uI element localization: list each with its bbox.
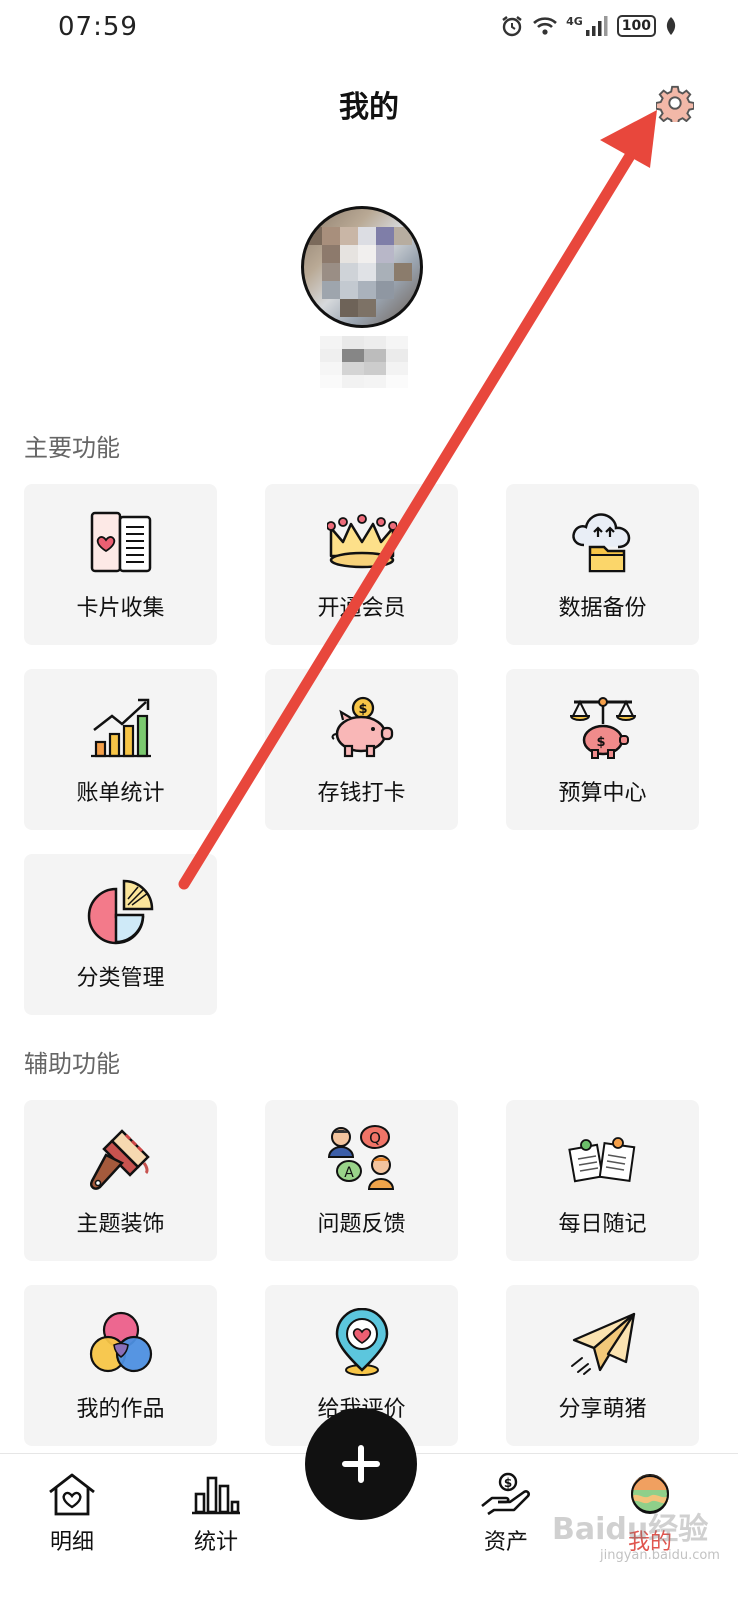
piggy-bank-icon: $ — [326, 691, 398, 763]
share-app-label: 分享萌猪 — [558, 1397, 647, 1422]
money-hand-icon: $ — [481, 1472, 530, 1516]
gear-icon — [656, 85, 694, 122]
daily-notes-button[interactable]: 每日随记 — [506, 1100, 699, 1261]
tab-stats[interactable]: 统计 — [166, 1472, 266, 1556]
page-title: 我的 — [339, 90, 399, 125]
battery-indicator: 100 — [616, 15, 656, 37]
qa-feedback-icon: Q A — [326, 1122, 398, 1194]
svg-text:$: $ — [358, 702, 367, 717]
share-app-button[interactable]: 分享萌猪 — [506, 1285, 699, 1446]
bar-chart-icon — [85, 691, 157, 763]
pie-chart-icon — [85, 876, 157, 948]
tab-stats-label: 统计 — [193, 1530, 238, 1555]
settings-button[interactable] — [654, 82, 696, 124]
tab-assets-label: 资产 — [483, 1530, 528, 1555]
savings-checkin-label: 存钱打卡 — [317, 781, 406, 806]
svg-text:Q: Q — [369, 1129, 381, 1147]
color-circles-icon — [85, 1307, 157, 1379]
watermark-url: jingyan.baidu.com — [600, 1548, 720, 1563]
notes-icon — [567, 1122, 639, 1194]
status-icons: 4G 100 — [500, 14, 678, 38]
cloud-backup-icon — [567, 506, 639, 578]
home-heart-icon — [49, 1473, 95, 1516]
daily-notes-label: 每日随记 — [558, 1212, 647, 1237]
card-collection-button[interactable]: 卡片收集 — [24, 484, 217, 645]
savings-checkin-button[interactable]: $ 存钱打卡 — [265, 669, 458, 830]
svg-text:$: $ — [596, 735, 605, 750]
add-record-button[interactable] — [305, 1408, 417, 1520]
leaf-icon — [666, 17, 676, 35]
status-bar: 07:59 4G 100 — [0, 0, 738, 56]
tab-details-label: 明细 — [49, 1530, 94, 1555]
watermark: Baidu经验 — [552, 1512, 709, 1547]
budget-scale-icon: $ — [567, 691, 639, 763]
card-collection-label: 卡片收集 — [76, 596, 165, 621]
membership-button[interactable]: 开通会员 — [265, 484, 458, 645]
aux-function-grid: 主题装饰 Q A 问题反馈 每日随记 我的作品 分享萌猪 — [24, 1100, 700, 1446]
paint-brush-icon — [85, 1122, 157, 1194]
category-manage-label: 分类管理 — [76, 966, 165, 991]
svg-text:A: A — [344, 1165, 354, 1181]
network-type: 4G — [566, 14, 583, 28]
my-works-button[interactable]: 我的作品 — [24, 1285, 217, 1446]
budget-center-button[interactable]: $ 预算中心 — [506, 669, 699, 830]
membership-label: 开通会员 — [317, 596, 406, 621]
data-backup-label: 数据备份 — [558, 596, 647, 621]
main-function-grid: 卡片收集 开通会员 数据备份 账单统计 $ 存钱打卡 $ 预算中心 分类管理 — [24, 484, 700, 1015]
section-title-main: 主要功能 — [24, 434, 120, 462]
budget-center-label: 预算中心 — [558, 781, 647, 806]
bill-stats-button[interactable]: 账单统计 — [24, 669, 217, 830]
feedback-button[interactable]: Q A 问题反馈 — [265, 1100, 458, 1261]
bar-stats-icon — [192, 1476, 240, 1515]
data-backup-button[interactable]: 数据备份 — [506, 484, 699, 645]
bill-stats-label: 账单统计 — [76, 781, 165, 806]
card-collection-icon — [85, 506, 157, 578]
wifi-icon — [533, 17, 557, 35]
my-works-label: 我的作品 — [76, 1397, 165, 1422]
alarm-icon — [502, 16, 522, 37]
avatar[interactable] — [301, 206, 423, 328]
section-title-aux: 辅助功能 — [24, 1050, 120, 1078]
battery-level: 100 — [621, 18, 651, 34]
tab-details[interactable]: 明细 — [22, 1472, 122, 1556]
theme-decoration-label: 主题装饰 — [76, 1212, 165, 1237]
username-blurred — [320, 336, 408, 388]
svg-text:$: $ — [504, 1476, 512, 1490]
feedback-label: 问题反馈 — [317, 1212, 406, 1237]
category-manage-button[interactable]: 分类管理 — [24, 854, 217, 1015]
signal-icon — [585, 16, 608, 36]
status-time: 07:59 — [58, 12, 138, 42]
tab-assets[interactable]: $ 资产 — [456, 1472, 556, 1556]
crown-icon — [326, 506, 398, 578]
theme-decoration-button[interactable]: 主题装饰 — [24, 1100, 217, 1261]
paper-plane-icon — [567, 1307, 639, 1379]
plus-icon — [342, 1445, 380, 1483]
heart-pin-icon — [326, 1307, 398, 1379]
